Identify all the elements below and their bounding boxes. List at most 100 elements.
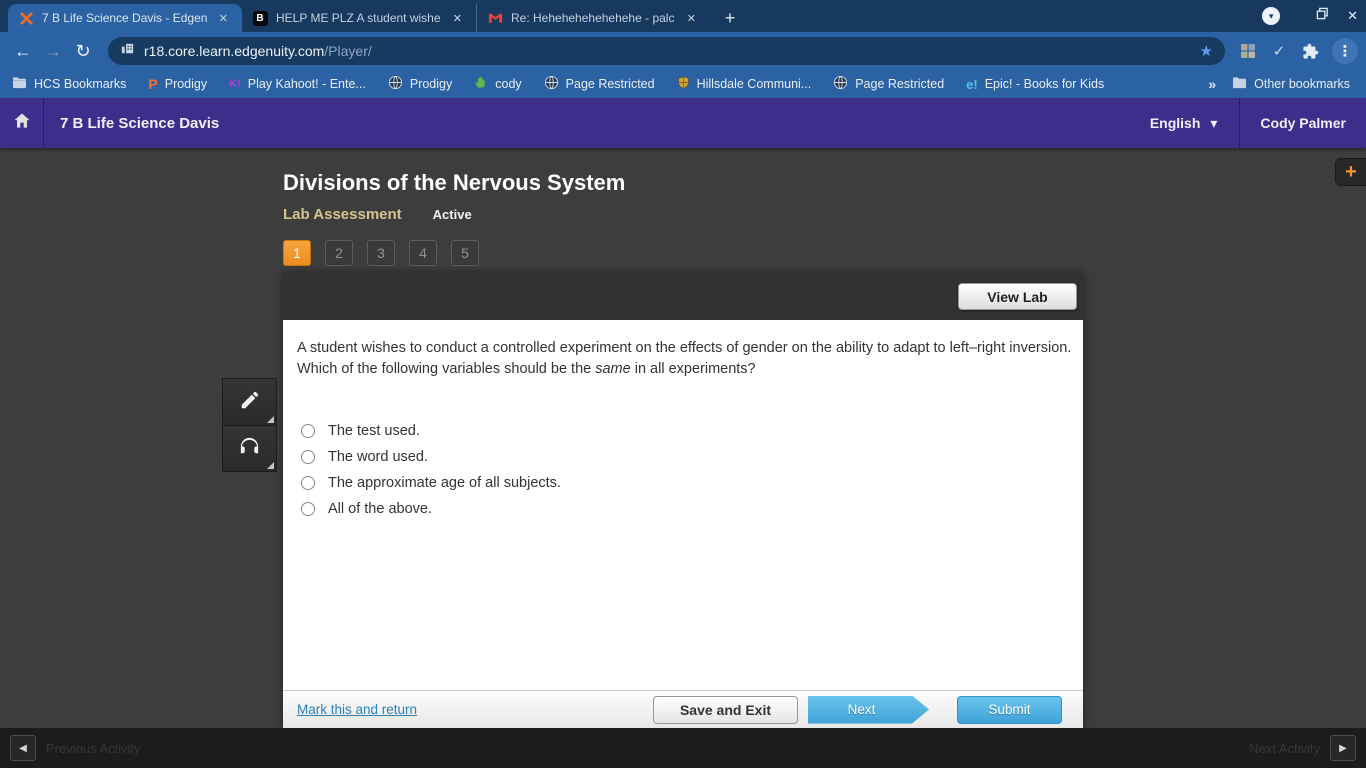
bookmark-label: Prodigy bbox=[164, 77, 208, 91]
browser-tabstrip: 7 B Life Science Davis - Edgenuit ✕ B HE… bbox=[0, 0, 1366, 32]
tab-close-icon[interactable]: ✕ bbox=[215, 10, 232, 27]
radio-button-icon[interactable] bbox=[301, 476, 315, 490]
home-button[interactable] bbox=[0, 98, 44, 148]
lesson-subtitle: Lab Assessment Active bbox=[283, 206, 472, 223]
side-plus-tab[interactable]: + bbox=[1335, 158, 1366, 186]
question-tab-3[interactable]: 3 bbox=[367, 240, 395, 266]
tool-palette bbox=[222, 378, 277, 472]
option-label: The test used. bbox=[328, 423, 420, 439]
question-number-tabs: 1 2 3 4 5 bbox=[283, 240, 479, 266]
question-panel-header: View Lab bbox=[283, 273, 1083, 320]
answer-option[interactable]: The approximate age of all subjects. bbox=[301, 470, 1076, 496]
globe-icon bbox=[388, 75, 403, 93]
activity-nav-bar: ◀ Previous Activity Next Activity ▶ bbox=[0, 728, 1366, 768]
bookmark-hcs[interactable]: HCS Bookmarks bbox=[12, 76, 126, 92]
previous-activity-group: ◀ Previous Activity bbox=[10, 735, 141, 761]
radio-button-icon[interactable] bbox=[301, 502, 315, 516]
option-label: All of the above. bbox=[328, 501, 432, 517]
bookmark-star-icon[interactable]: ★ bbox=[1200, 42, 1213, 60]
tab-close-icon[interactable]: ✕ bbox=[449, 10, 466, 27]
bookmark-restricted-2[interactable]: Page Restricted bbox=[833, 75, 944, 93]
chevron-down-icon: ▾ bbox=[1210, 114, 1218, 131]
tab-close-icon[interactable]: ✕ bbox=[683, 10, 700, 27]
window-controls: ▾ ✕ bbox=[1262, 0, 1358, 32]
option-label: The approximate age of all subjects. bbox=[328, 475, 561, 491]
next-activity-label: Next Activity bbox=[1249, 740, 1320, 756]
tab-title: Re: Hehehehehehehehe - palcodi bbox=[511, 11, 675, 25]
bookmarks-overflow-chevron-icon[interactable]: » bbox=[1208, 76, 1216, 92]
next-activity-button[interactable]: ▶ bbox=[1330, 735, 1356, 761]
headphones-icon bbox=[238, 435, 261, 463]
restore-button[interactable] bbox=[1316, 7, 1329, 25]
question-tab-1[interactable]: 1 bbox=[283, 240, 311, 266]
forward-icon[interactable]: → bbox=[40, 38, 66, 64]
url-text: r18.core.learn.edgenuity.com/Player/ bbox=[144, 43, 372, 59]
answer-options: The test used. The word used. The approx… bbox=[301, 418, 1076, 522]
next-arrow-icon: ▶ bbox=[1339, 742, 1347, 754]
question-tab-5[interactable]: 5 bbox=[451, 240, 479, 266]
site-info-icon[interactable] bbox=[120, 41, 135, 61]
checkmark-extension-icon[interactable]: ✓ bbox=[1270, 42, 1288, 60]
submit-button[interactable]: Submit bbox=[957, 695, 1062, 724]
epic-e-icon: e! bbox=[966, 76, 978, 92]
question-panel-body: A student wishes to conduct a controlled… bbox=[283, 320, 1083, 690]
screen: 7 B Life Science Davis - Edgenuit ✕ B HE… bbox=[0, 0, 1366, 768]
bookmark-prodigy-2[interactable]: Prodigy bbox=[388, 75, 452, 93]
back-icon[interactable]: ← bbox=[10, 38, 36, 64]
answer-option[interactable]: The word used. bbox=[301, 444, 1076, 470]
bookmark-prodigy-1[interactable]: P Prodigy bbox=[148, 76, 207, 92]
bookmarks-bar: HCS Bookmarks P Prodigy K! Play Kahoot! … bbox=[0, 70, 1366, 98]
crest-icon bbox=[677, 75, 690, 93]
toolbar-extensions: ✓ ⋮ bbox=[1239, 38, 1358, 64]
browser-menu-icon[interactable]: ⋮ bbox=[1332, 38, 1358, 64]
kahoot-k-icon: K! bbox=[229, 78, 241, 90]
tab-gmail[interactable]: Re: Hehehehehehehehe - palcodi ✕ bbox=[476, 4, 710, 32]
language-selector[interactable]: English ▾ bbox=[1128, 98, 1240, 148]
bookmark-kahoot[interactable]: K! Play Kahoot! - Ente... bbox=[229, 77, 366, 91]
other-bookmarks[interactable]: Other bookmarks bbox=[1232, 76, 1350, 92]
bookmark-label: Epic! - Books for Kids bbox=[984, 77, 1105, 91]
close-window-button[interactable]: ✕ bbox=[1347, 8, 1358, 24]
bookmark-label: Prodigy bbox=[409, 77, 453, 91]
answer-option[interactable]: The test used. bbox=[301, 418, 1076, 444]
folder-icon bbox=[1232, 76, 1247, 92]
globe-icon bbox=[833, 75, 848, 93]
tab-brainly[interactable]: B HELP ME PLZ A student wishes t ✕ bbox=[242, 4, 476, 32]
option-label: The word used. bbox=[328, 449, 428, 465]
question-tab-4[interactable]: 4 bbox=[409, 240, 437, 266]
gmail-m-icon bbox=[487, 10, 503, 26]
reload-icon[interactable]: ↻ bbox=[70, 38, 96, 64]
radio-button-icon[interactable] bbox=[301, 450, 315, 464]
next-button[interactable]: Next bbox=[808, 696, 929, 724]
hand-icon bbox=[474, 75, 488, 93]
radio-button-icon[interactable] bbox=[301, 424, 315, 438]
home-icon bbox=[12, 111, 32, 136]
app-header-right: English ▾ Cody Palmer bbox=[1128, 98, 1366, 148]
new-tab-button[interactable]: + bbox=[716, 4, 744, 32]
mark-and-return-link[interactable]: Mark this and return bbox=[297, 702, 417, 717]
prodigy-p-icon: P bbox=[148, 76, 158, 92]
bookmark-restricted-1[interactable]: Page Restricted bbox=[544, 75, 655, 93]
extensions-puzzle-icon[interactable] bbox=[1301, 42, 1319, 60]
tab-edgenuity[interactable]: 7 B Life Science Davis - Edgenuit ✕ bbox=[8, 4, 242, 32]
user-name[interactable]: Cody Palmer bbox=[1240, 115, 1366, 131]
view-lab-button[interactable]: View Lab bbox=[958, 283, 1077, 310]
answer-option[interactable]: All of the above. bbox=[301, 496, 1076, 522]
question-tab-2[interactable]: 2 bbox=[325, 240, 353, 266]
bookmark-label: Page Restricted bbox=[855, 77, 945, 91]
bookmark-label: Other bookmarks bbox=[1254, 77, 1350, 91]
previous-activity-button[interactable]: ◀ bbox=[10, 735, 36, 761]
lesson-content: Divisions of the Nervous System Lab Asse… bbox=[283, 148, 1083, 728]
audio-tool-button[interactable] bbox=[223, 425, 276, 471]
address-bar[interactable]: r18.core.learn.edgenuity.com/Player/ ★ bbox=[108, 37, 1225, 65]
bookmark-cody[interactable]: cody bbox=[474, 75, 522, 93]
save-and-exit-button[interactable]: Save and Exit bbox=[653, 695, 798, 724]
highlighter-tool-button[interactable] bbox=[223, 379, 276, 425]
bookmark-label: Hillsdale Communi... bbox=[696, 77, 812, 91]
language-label: English bbox=[1149, 115, 1201, 131]
media-gallery-icon[interactable] bbox=[1239, 42, 1257, 60]
folder-icon bbox=[12, 76, 27, 92]
bookmark-hillsdale[interactable]: Hillsdale Communi... bbox=[677, 75, 812, 93]
bookmark-epic[interactable]: e! Epic! - Books for Kids bbox=[966, 77, 1104, 92]
browser-profile-icon[interactable]: ▾ bbox=[1262, 7, 1281, 25]
